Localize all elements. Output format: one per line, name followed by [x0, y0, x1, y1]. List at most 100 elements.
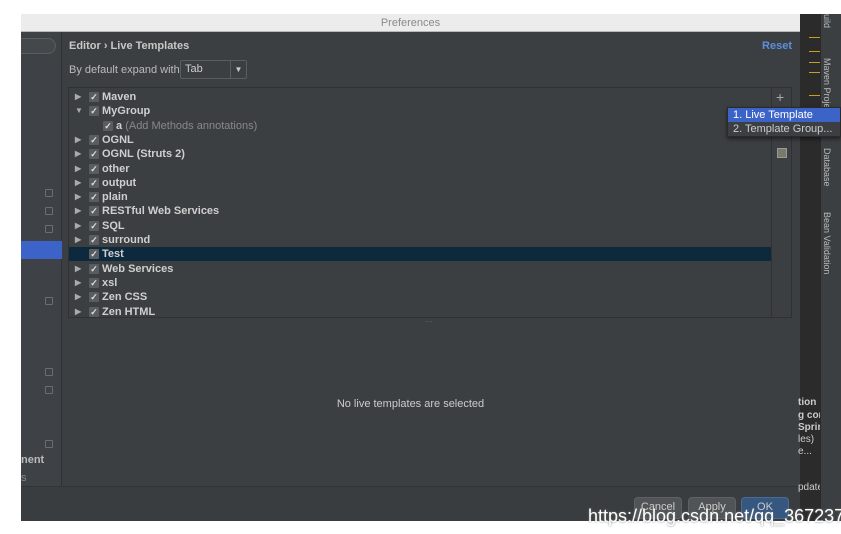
collapsed-arrow-icon[interactable]: ▶ [75, 276, 81, 290]
tree-row-label: Zen HTML [102, 305, 156, 318]
copy-icon [45, 368, 53, 376]
copy-icon [45, 225, 53, 233]
sidebar-item-live-templates[interactable] [21, 241, 62, 259]
reset-link[interactable]: Reset [762, 40, 792, 52]
tree-row-label: a (Add Methods annotations) [116, 119, 258, 132]
tool-window-maven[interactable]: Maven Proje [822, 58, 832, 109]
tree-row-label: OGNL (Struts 2) [102, 148, 185, 161]
tree-row[interactable]: ▶ ✓ OGNL (Struts 2) [69, 147, 772, 161]
template-description: (Add Methods annotations) [125, 119, 258, 132]
expand-with-select[interactable]: Tab ▼ [180, 60, 247, 79]
collapsed-arrow-icon[interactable]: ▶ [75, 290, 81, 304]
expanded-arrow-icon[interactable]: ▼ [75, 104, 83, 118]
tree-row-label: RESTful Web Services [102, 205, 220, 218]
checkbox[interactable]: ✓ [89, 263, 99, 274]
checkbox[interactable]: ✓ [89, 177, 99, 188]
ide-text: Sprir [798, 422, 822, 433]
checkbox[interactable]: ✓ [89, 163, 99, 174]
window-title: Preferences [21, 14, 800, 32]
tree-row[interactable]: ▶ ✓ Zen CSS [69, 290, 772, 304]
tool-window-bean-validation[interactable]: Bean Validation [822, 212, 832, 274]
sidebar-item-partial[interactable]: s [21, 472, 27, 484]
tree-row-label: other [102, 162, 130, 175]
checkbox[interactable]: ✓ [89, 192, 99, 203]
watermark: https://blog.csdn.net/qq_36723759 [588, 506, 841, 526]
copy-icon [45, 386, 53, 394]
menu-item-live-template[interactable]: 1. Live Template [728, 108, 840, 122]
menu-item-template-group[interactable]: 2. Template Group... [728, 122, 840, 136]
breadcrumb: Editor › Live Templates [69, 40, 190, 52]
ide-text: les) [798, 434, 815, 445]
settings-search-input[interactable] [21, 38, 56, 54]
checkbox[interactable]: ✓ [89, 306, 99, 317]
tree-row[interactable]: ▶ ✓ plain [69, 190, 772, 204]
tool-window-build[interactable]: uild [822, 14, 832, 28]
checkbox[interactable]: ✓ [103, 120, 113, 131]
sidebar-item-partial[interactable]: nent [21, 454, 44, 466]
tree-row-label: Zen CSS [102, 291, 148, 304]
checkbox[interactable]: ✓ [89, 206, 99, 217]
ide-text: e... [798, 446, 812, 457]
checkbox[interactable]: ✓ [89, 277, 99, 288]
copy-template-icon[interactable] [777, 148, 787, 158]
templates-tree: ▶ ✓ Maven ▼ ✓ MyGroup ✓ a (Add Methods annotati… [68, 87, 792, 318]
ide-right-panel: tion g con Sprir les) e... pdate uild Ma… [798, 14, 841, 521]
chevron-down-icon: ▼ [230, 61, 246, 78]
tree-row-label: Test [102, 248, 124, 261]
tree-row-label: xsl [102, 276, 118, 289]
tree-row[interactable]: ✓ a (Add Methods annotations) [69, 119, 772, 133]
tree-row[interactable]: ▶ ✓ Web Services [69, 262, 772, 276]
tree-row[interactable]: ▶ ✓ Zen HTML [69, 305, 772, 319]
checkbox[interactable]: ✓ [89, 249, 99, 260]
copy-icon [45, 297, 53, 305]
empty-message: No live templates are selected [336, 398, 485, 410]
ide-text: tion [798, 397, 817, 408]
tree-row[interactable]: ▶ ✓ Maven [69, 90, 772, 104]
collapsed-arrow-icon[interactable]: ▶ [75, 176, 81, 190]
checkbox[interactable]: ✓ [89, 134, 99, 145]
tree-row-label: Web Services [102, 262, 174, 275]
tree-row-label: Maven [102, 91, 137, 103]
tree-row[interactable]: ▼ ✓ MyGroup [69, 104, 772, 118]
tree-row[interactable]: ▶ ✓ SQL [69, 219, 772, 233]
tool-window-database[interactable]: Database [822, 148, 832, 187]
collapsed-arrow-icon[interactable]: ▶ [75, 219, 81, 233]
expand-with-label: By default expand with [69, 64, 180, 76]
tree-row-label: plain [102, 191, 128, 204]
tree-row[interactable]: ▶ ✓ other [69, 162, 772, 176]
tree-row-label: surround [102, 234, 151, 246]
collapsed-arrow-icon[interactable]: ▶ [75, 133, 81, 147]
tree-row-label: MyGroup [102, 105, 151, 118]
add-icon[interactable]: + [776, 89, 784, 105]
tree-row[interactable]: ▶ ✓ xsl [69, 276, 772, 290]
collapsed-arrow-icon[interactable]: ▶ [75, 204, 81, 218]
splitter-handle[interactable]: ⋯ [425, 317, 433, 326]
checkbox[interactable]: ✓ [89, 220, 99, 231]
collapsed-arrow-icon[interactable]: ▶ [75, 262, 81, 276]
tree-row[interactable]: ▶ ✓ output [69, 176, 772, 190]
copy-icon [45, 440, 53, 448]
tree-row[interactable]: ▶ ✓ RESTful Web Services [69, 204, 772, 218]
checkbox[interactable]: ✓ [89, 92, 99, 102]
tree-row[interactable]: ▶ ✓ surround [69, 233, 772, 247]
collapsed-arrow-icon[interactable]: ▶ [75, 147, 81, 161]
collapsed-arrow-icon[interactable]: ▶ [75, 162, 81, 176]
tree-row[interactable]: ▶ ✓ OGNL [69, 133, 772, 147]
collapsed-arrow-icon[interactable]: ▶ [75, 233, 81, 247]
tree-row-label: SQL [102, 219, 125, 232]
collapsed-arrow-icon[interactable]: ▶ [75, 190, 81, 204]
tree-row[interactable]: ✓ Test [69, 247, 772, 262]
checkbox[interactable]: ✓ [89, 235, 99, 245]
add-menu-popup: 1. Live Template 2. Template Group... [727, 107, 841, 137]
expand-with-value: Tab [185, 63, 203, 75]
checkbox[interactable]: ✓ [89, 292, 99, 303]
settings-sidebar: nent s [21, 32, 62, 486]
collapsed-arrow-icon[interactable]: ▶ [75, 90, 81, 104]
copy-icon [45, 189, 53, 197]
checkbox[interactable]: ✓ [89, 149, 99, 160]
copy-icon [45, 207, 53, 215]
checkbox[interactable]: ✓ [89, 106, 99, 117]
tree-row-label: output [102, 176, 137, 189]
preferences-dialog: Preferences nent s Editor › Live Templat… [21, 14, 800, 521]
collapsed-arrow-icon[interactable]: ▶ [75, 305, 81, 319]
